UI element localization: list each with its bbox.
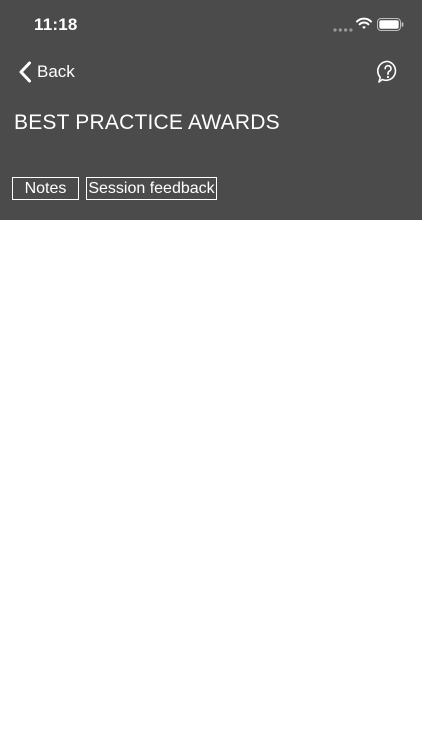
content-area	[0, 220, 422, 750]
signal-dots-icon	[333, 28, 353, 32]
back-label: Back	[37, 62, 75, 81]
status-time: 11:18	[34, 15, 78, 34]
back-button[interactable]: Back	[18, 58, 75, 86]
app-header: 11:18 Back BEST PRACTICE AWARDS Notes Se…	[0, 0, 422, 220]
wifi-icon	[356, 17, 372, 29]
chevron-left-icon	[19, 61, 31, 83]
page-title: BEST PRACTICE AWARDS	[14, 111, 280, 134]
help-button[interactable]	[377, 60, 399, 84]
battery-icon	[377, 18, 404, 31]
tab-session-feedback[interactable]: Session feedback	[86, 177, 217, 200]
help-circle-icon	[377, 60, 397, 83]
tab-bar: Notes Session feedback	[12, 177, 217, 200]
status-bar: 11:18	[0, 0, 422, 50]
tab-notes[interactable]: Notes	[12, 177, 79, 200]
